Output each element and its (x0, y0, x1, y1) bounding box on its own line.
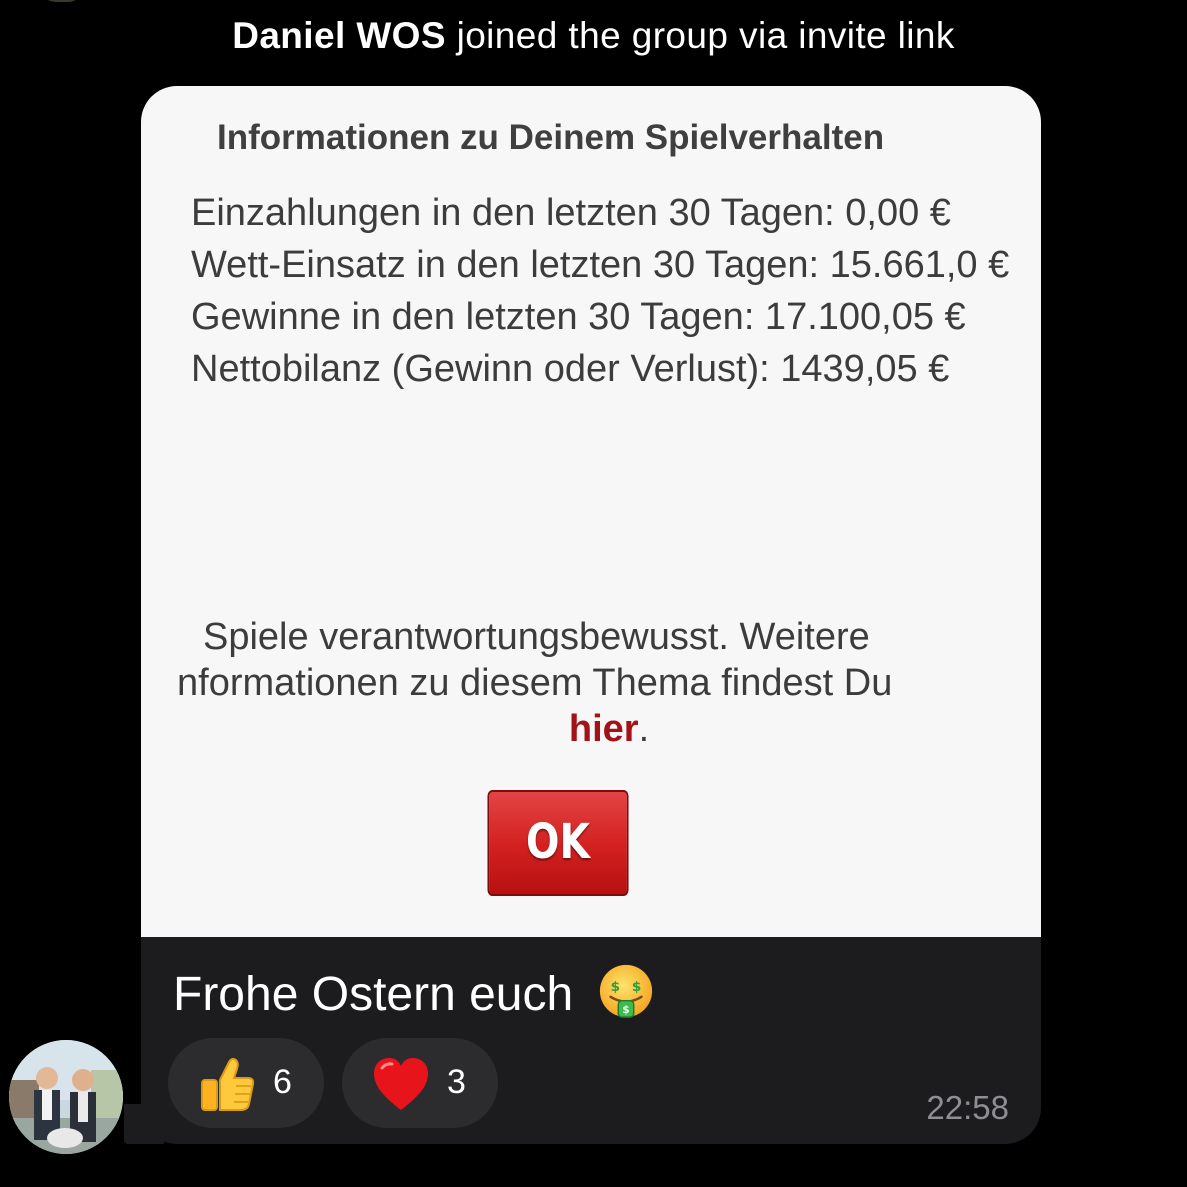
money-mouth-face-icon: $ $ $ (599, 964, 652, 1018)
attached-photo[interactable]: Informationen zu Deinem Spielverhalten E… (141, 86, 1041, 937)
stats-list: Einzahlungen in den letzten 30 Tagen: 0,… (191, 192, 1031, 400)
stat-winnings: Gewinne in den letzten 30 Tagen: 17.100,… (191, 296, 966, 338)
notice-period: . (638, 708, 650, 750)
thumbs-up-icon (201, 1057, 255, 1111)
joined-user-name[interactable]: Daniel WOS (232, 15, 446, 56)
caption-text: Frohe Ostern euch (173, 968, 574, 1021)
responsible-gaming-notice: Spiele verantwortungsbewusst. Weitere nf… (141, 614, 1041, 752)
photo-ok-button: OK (487, 790, 629, 896)
red-heart-icon (374, 1058, 428, 1110)
stat-stakes: Wett-Einsatz in den letzten 30 Tagen: 15… (191, 244, 1010, 286)
thumbs-up-count: 6 (273, 1063, 292, 1101)
svg-text:$: $ (622, 1003, 629, 1016)
heart-count: 3 (447, 1063, 466, 1101)
reaction-heart[interactable]: 3 (342, 1038, 498, 1128)
stat-deposits: Einzahlungen in den letzten 30 Tagen: 0,… (191, 192, 951, 234)
message-timestamp: 22:58 (926, 1089, 1009, 1126)
avatar-photo (9, 1040, 123, 1154)
svg-text:$: $ (631, 979, 640, 995)
stat-net-balance: Nettobilanz (Gewinn oder Verlust): 1439,… (191, 348, 950, 390)
notice-line-1: Spiele verantwortungsbewusst. Weitere (203, 616, 870, 658)
notice-link: hier (568, 708, 639, 750)
sender-avatar[interactable] (9, 1040, 123, 1154)
reaction-thumbs-up[interactable]: 6 (168, 1038, 324, 1128)
message-caption: Frohe Ostern euch $ $ $ (173, 962, 655, 1025)
svg-text:$: $ (610, 979, 619, 995)
message-bubble[interactable]: Informationen zu Deinem Spielverhalten E… (141, 86, 1041, 1144)
photo-dialog-title: Informationen zu Deinem Spielverhalten (217, 118, 885, 157)
notice-line-3: hier. (141, 706, 1041, 752)
previous-avatar[interactable] (40, 0, 84, 2)
notice-line-2: nformationen zu diesem Thema findest Du (177, 662, 893, 704)
service-message: Daniel WOS joined the group via invite l… (0, 14, 1187, 58)
service-message-text: joined the group via invite link (445, 15, 955, 56)
chat-view: Daniel WOS joined the group via invite l… (0, 0, 1187, 1187)
